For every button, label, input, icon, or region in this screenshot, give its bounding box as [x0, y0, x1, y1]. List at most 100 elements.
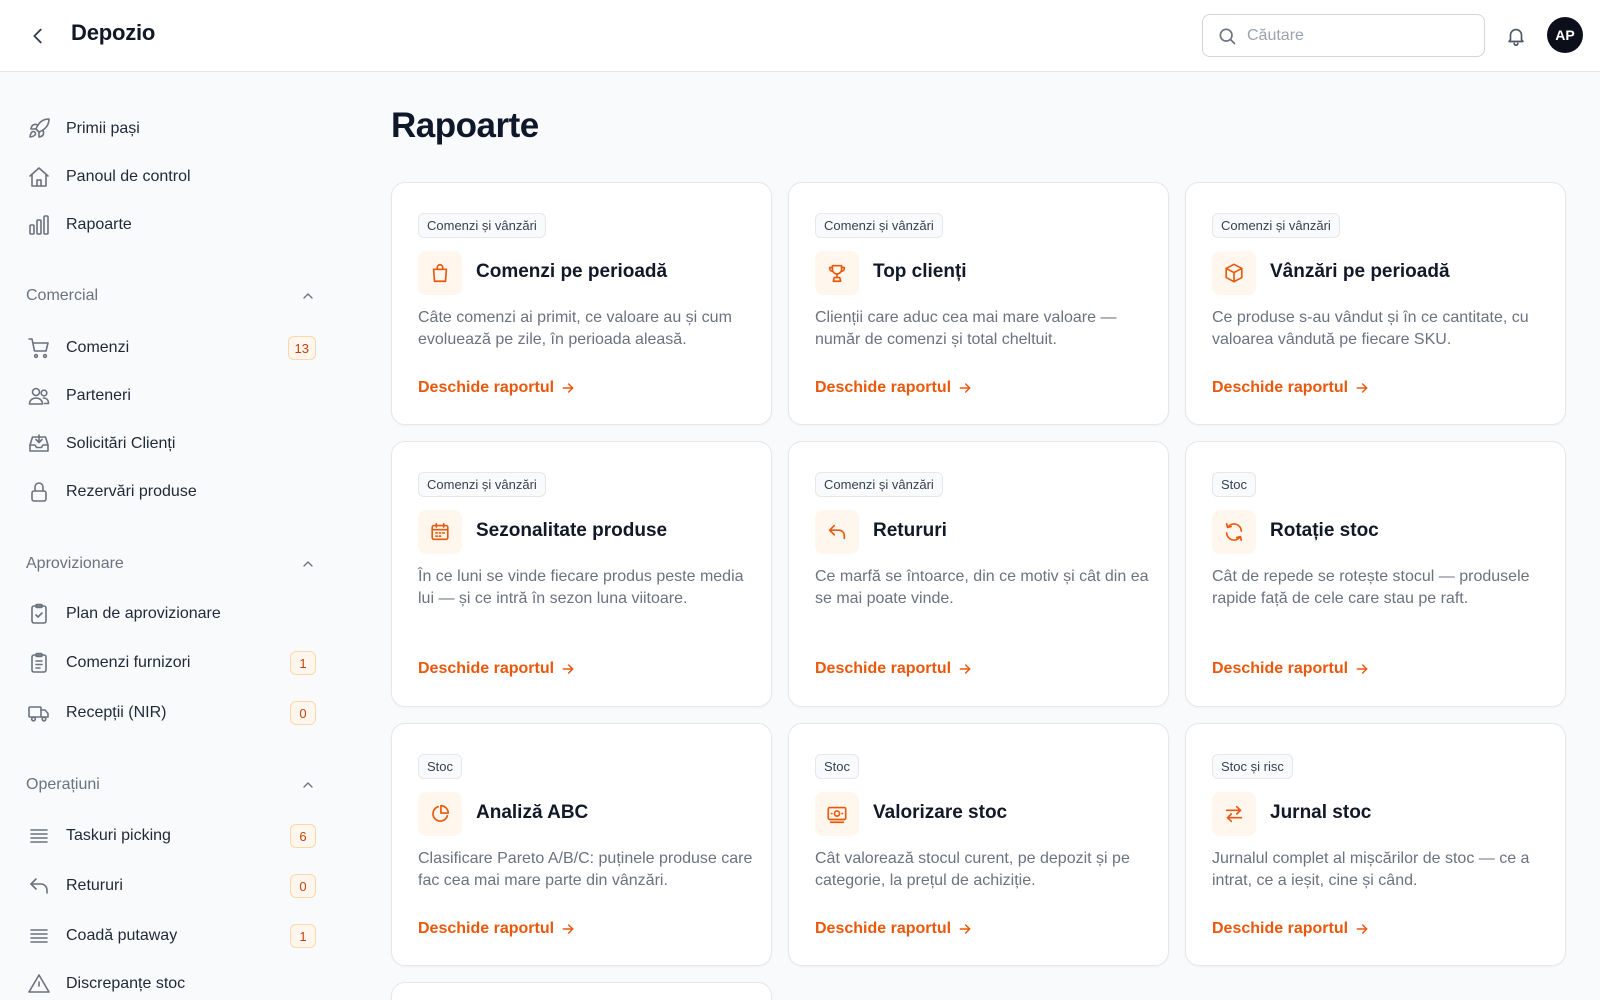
- category-tag: Stoc: [418, 754, 463, 779]
- sidebar-item-discrepante-stoc[interactable]: Discrepanțe stoc: [26, 964, 316, 1000]
- category-tag: Stoc: [1212, 472, 1257, 497]
- section-toggle-aprovizionare[interactable]: Aprovizionare: [26, 550, 316, 578]
- sidebar-item-primii-pasi[interactable]: Primii pași: [26, 109, 316, 149]
- sidebar-item-panoul-de-control[interactable]: Panoul de control: [26, 157, 316, 197]
- card-description: Ce marfă se întoarce, din ce motiv și câ…: [815, 568, 1149, 607]
- section-toggle-operatiuni[interactable]: Operațiuni: [26, 771, 316, 799]
- list-icon: [26, 823, 52, 849]
- open-report-link[interactable]: Deschide raportul: [418, 379, 576, 397]
- report-card-retururi[interactable]: Comenzi și vânzări Retururi Ce marfă se …: [788, 441, 1169, 707]
- card-description: Clasificare Pareto A/B/C: puținele produ…: [418, 850, 753, 889]
- truck-icon: [26, 700, 52, 726]
- chevron-up-icon: [303, 293, 313, 299]
- open-report-link[interactable]: Deschide raportul: [418, 660, 576, 678]
- search-box[interactable]: [1202, 14, 1485, 57]
- arrow-right-icon: [1354, 661, 1370, 677]
- sidebar-item-label: Retururi: [66, 877, 123, 894]
- refresh-icon: [1212, 510, 1256, 554]
- sidebar-item-rezervari-produse[interactable]: Rezervări produse: [26, 472, 316, 512]
- calendar-icon: [418, 510, 462, 554]
- card-title: Comenzi pe perioadă: [476, 261, 668, 282]
- category-tag: Comenzi și vânzări: [815, 472, 943, 497]
- category-tag: Comenzi și vânzări: [418, 213, 546, 238]
- users-icon: [26, 383, 52, 409]
- sidebar-item-comenzi[interactable]: Comenzi 13: [26, 328, 316, 368]
- list-icon: [26, 923, 52, 949]
- inbox-icon: [26, 431, 52, 457]
- card-title: Rotație stoc: [1270, 520, 1379, 541]
- rocket-icon: [26, 116, 52, 142]
- sidebar-item-rapoarte[interactable]: Rapoarte: [26, 205, 316, 245]
- open-report-label: Deschide raportul: [1212, 920, 1349, 937]
- cart-icon: [26, 335, 52, 361]
- section-title: Comercial: [26, 287, 99, 304]
- notifications-button[interactable]: [1502, 22, 1530, 50]
- card-title: Analiză ABC: [476, 802, 589, 823]
- sidebar-item-label: Rezervări produse: [66, 483, 197, 500]
- sidebar-item-label: Solicitări Clienți: [66, 435, 176, 452]
- section-title: Aprovizionare: [26, 555, 124, 572]
- lock-icon: [26, 479, 52, 505]
- home-icon: [26, 164, 52, 190]
- back-button[interactable]: [24, 22, 52, 50]
- open-report-link[interactable]: Deschide raportul: [1212, 660, 1370, 678]
- report-card-analiza-abc[interactable]: Stoc Analiză ABC Clasificare Pareto A/B/…: [391, 723, 772, 966]
- sidebar-item-parteneri[interactable]: Parteneri: [26, 376, 316, 416]
- sidebar-item-solicitari-clienti[interactable]: Solicitări Clienți: [26, 424, 316, 464]
- sidebar-item-plan-de-aprovizionare[interactable]: Plan de aprovizionare: [26, 594, 316, 634]
- sidebar-item-label: Primii pași: [66, 120, 140, 137]
- report-card-partial[interactable]: [391, 982, 772, 1000]
- sidebar-item-retururi[interactable]: Retururi 0: [26, 866, 316, 906]
- clipboard-check-icon: [26, 601, 52, 627]
- search-icon: [1219, 28, 1236, 44]
- open-report-link[interactable]: Deschide raportul: [815, 660, 973, 678]
- open-report-link[interactable]: Deschide raportul: [1212, 920, 1370, 938]
- card-description: Cât de repede se rotește stocul — produs…: [1212, 568, 1530, 607]
- sidebar-item-receptii-nir[interactable]: Recepții (NIR) 0: [26, 693, 316, 733]
- card-description: Câte comenzi ai primit, ce valoare au și…: [418, 309, 732, 348]
- pie-chart-icon: [418, 792, 462, 836]
- report-card-vanzari-pe-perioada[interactable]: Comenzi și vânzări Vânzări pe perioadă C…: [1185, 182, 1566, 425]
- count-badge: 6: [290, 824, 316, 848]
- arrow-right-icon: [957, 380, 973, 396]
- section-toggle-comercial[interactable]: Comercial: [26, 282, 316, 310]
- open-report-label: Deschide raportul: [815, 660, 952, 677]
- chevron-up-icon: [303, 561, 313, 567]
- undo-icon: [815, 510, 859, 554]
- open-report-link[interactable]: Deschide raportul: [815, 920, 973, 938]
- sidebar-item-label: Comenzi: [66, 339, 130, 356]
- report-card-valorizare-stoc[interactable]: Stoc Valorizare stoc Cât valorează stocu…: [788, 723, 1169, 966]
- card-description: Clienții care aduc cea mai mare valoare …: [815, 309, 1117, 348]
- report-card-rotatie-stoc[interactable]: Stoc Rotație stoc Cât de repede se roteș…: [1185, 441, 1566, 707]
- report-card-top-clienti[interactable]: Comenzi și vânzări Top clienți Clienții …: [788, 182, 1169, 425]
- card-title: Valorizare stoc: [873, 802, 1008, 823]
- open-report-label: Deschide raportul: [1212, 379, 1349, 396]
- sidebar-item-coada-putaway[interactable]: Coadă putaway 1: [26, 916, 316, 956]
- open-report-label: Deschide raportul: [418, 660, 555, 677]
- avatar[interactable]: AP: [1547, 17, 1583, 53]
- report-card-jurnal-stoc[interactable]: Stoc și risc Jurnal stoc Jurnalul comple…: [1185, 723, 1566, 966]
- clipboard-list-icon: [26, 650, 52, 676]
- report-card-comenzi-pe-perioada[interactable]: Comenzi și vânzări Comenzi pe perioadă C…: [391, 182, 772, 425]
- sidebar-item-label: Plan de aprovizionare: [66, 605, 221, 622]
- open-report-label: Deschide raportul: [1212, 660, 1349, 677]
- open-report-link[interactable]: Deschide raportul: [815, 379, 973, 397]
- open-report-link[interactable]: Deschide raportul: [1212, 379, 1370, 397]
- open-report-label: Deschide raportul: [815, 379, 952, 396]
- card-title: Top clienți: [873, 261, 967, 282]
- open-report-link[interactable]: Deschide raportul: [418, 920, 576, 938]
- count-badge: 0: [290, 874, 316, 898]
- undo-icon: [26, 873, 52, 899]
- sidebar-item-label: Comenzi furnizori: [66, 654, 191, 671]
- sidebar: Primii pași Panoul de control Rapoarte C…: [0, 72, 345, 1000]
- arrow-right-icon: [957, 921, 973, 937]
- sidebar-item-comenzi-furnizori[interactable]: Comenzi furnizori 1: [26, 643, 316, 683]
- swap-icon: [1212, 792, 1256, 836]
- report-card-sezonalitate-produse[interactable]: Comenzi și vânzări Sezonalitate produse …: [391, 441, 772, 707]
- search-input[interactable]: [1247, 26, 1467, 45]
- sidebar-item-taskuri-picking[interactable]: Taskuri picking 6: [26, 816, 316, 856]
- card-description: Cât valorează stocul curent, pe depozit …: [815, 850, 1130, 889]
- box-icon: [1212, 251, 1256, 295]
- card-title: Retururi: [873, 520, 947, 541]
- count-badge: 13: [287, 336, 316, 360]
